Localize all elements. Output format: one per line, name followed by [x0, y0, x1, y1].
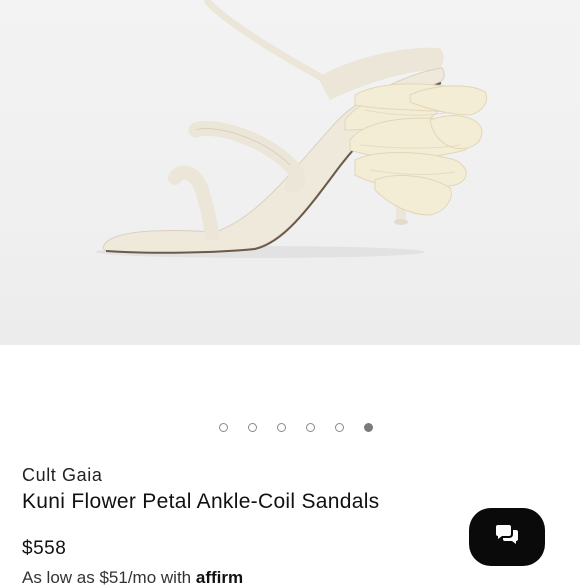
product-price: $558 — [22, 538, 67, 559]
financing-text: As low as $51/mo with — [22, 568, 196, 587]
affirm-logo: affirm — [195, 568, 244, 587]
carousel-dot-active[interactable] — [364, 422, 373, 432]
product-title: Kuni Flower Petal Ankle-Coil Sandals — [22, 490, 380, 513]
carousel-dot[interactable] — [248, 422, 257, 432]
carousel-dot[interactable] — [219, 422, 228, 432]
carousel-dot[interactable] — [306, 422, 315, 432]
product-image[interactable] — [0, 0, 580, 345]
financing-info[interactable]: As low as $51/mo with affirm — [22, 568, 243, 588]
sandal-illustration — [95, 0, 487, 258]
carousel-dot[interactable] — [277, 422, 286, 432]
product-brand[interactable]: Cult Gaia — [22, 465, 102, 486]
chat-bubbles-icon — [494, 524, 520, 551]
image-carousel-dots — [0, 420, 580, 434]
chat-button[interactable] — [469, 508, 545, 566]
carousel-dot[interactable] — [335, 422, 344, 432]
